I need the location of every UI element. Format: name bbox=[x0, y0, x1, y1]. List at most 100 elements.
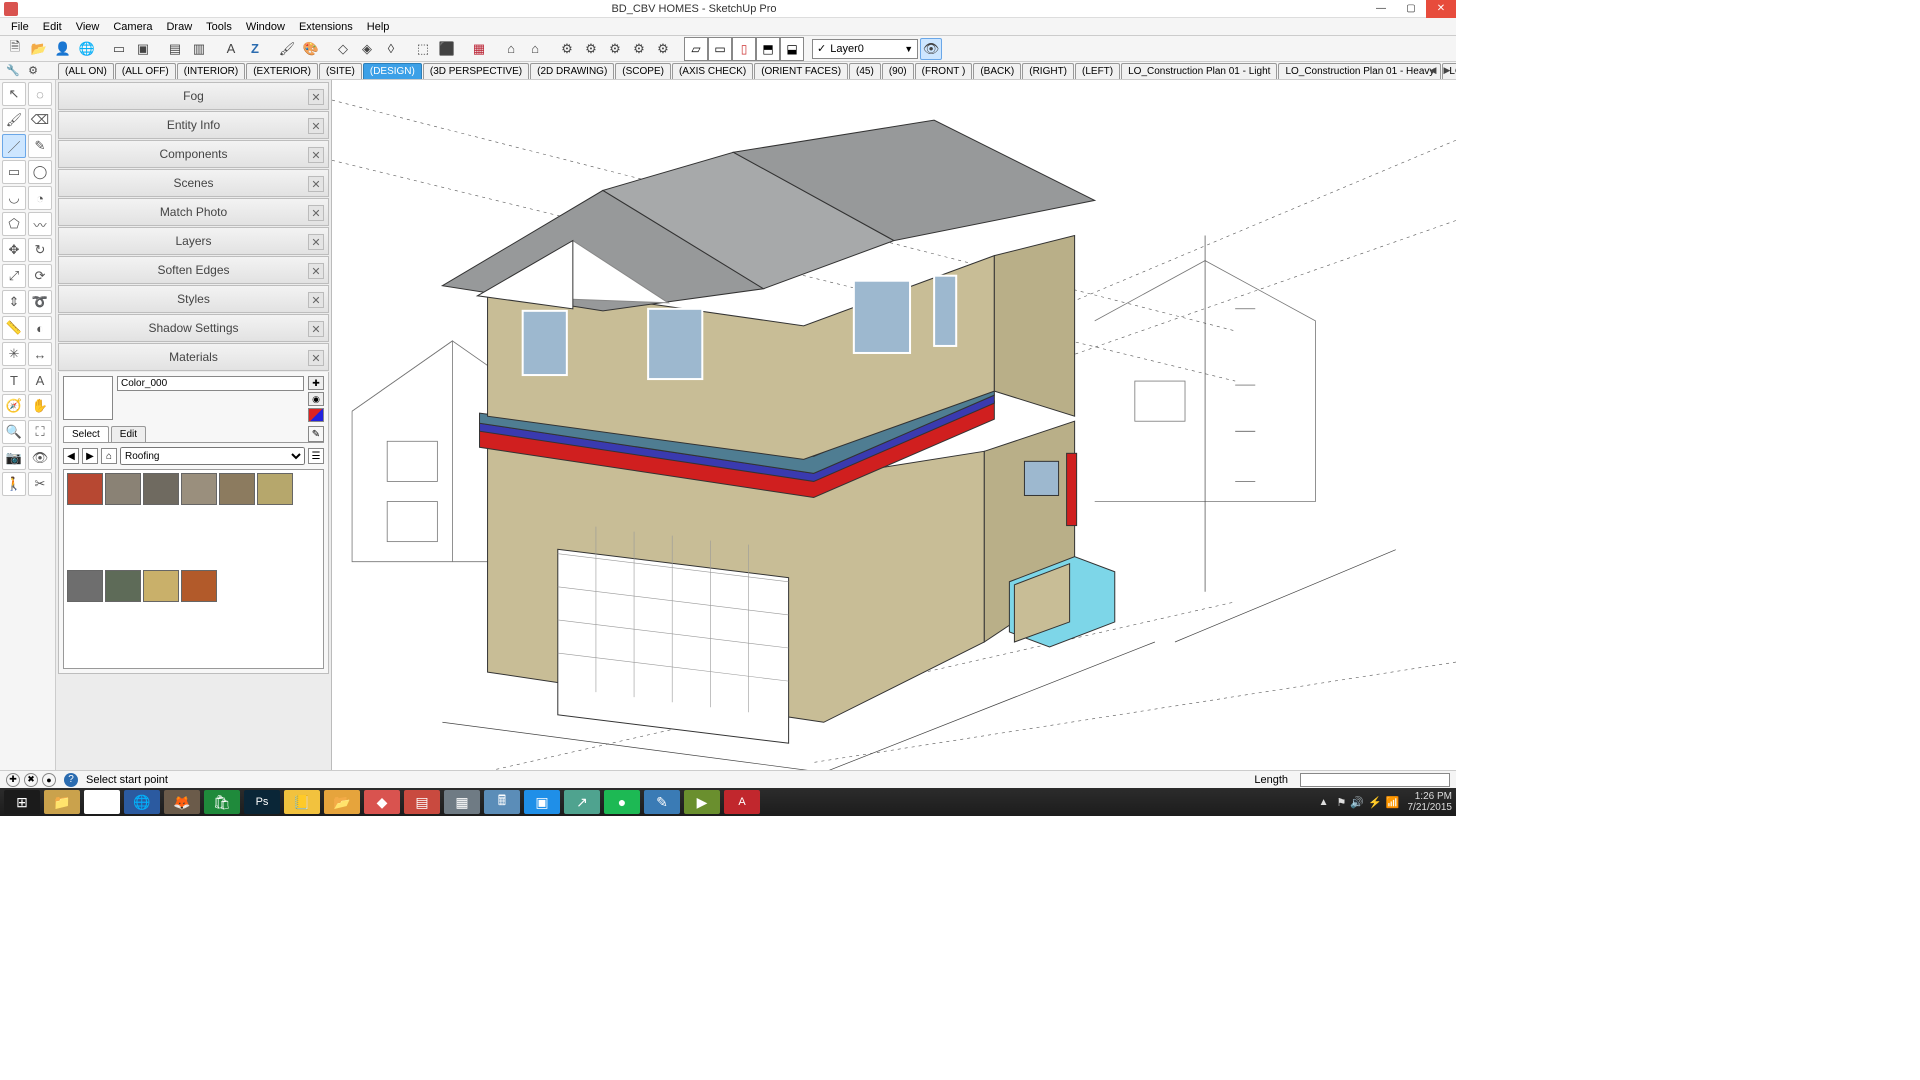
tool-text-icon[interactable]: T bbox=[2, 368, 26, 392]
taskbar-google-earth-icon[interactable]: 🌐 bbox=[124, 790, 160, 814]
material-back-icon[interactable]: ◀ bbox=[63, 448, 79, 464]
material-swatch-0[interactable] bbox=[67, 473, 103, 505]
material-menu-icon[interactable]: ☰ bbox=[308, 448, 324, 464]
tool-circle-icon[interactable]: ◯ bbox=[28, 160, 52, 184]
material-default-icon[interactable]: ◉ bbox=[308, 392, 324, 406]
globe-icon[interactable]: 🌐 bbox=[76, 38, 98, 60]
tray-header-soften-edges[interactable]: Soften Edges✕ bbox=[58, 256, 329, 284]
taskbar-layout-icon[interactable]: ▤ bbox=[404, 790, 440, 814]
material-swatch-4[interactable] bbox=[219, 473, 255, 505]
material-preview[interactable] bbox=[63, 376, 113, 420]
shape2-icon[interactable]: ◈ bbox=[356, 38, 378, 60]
layers2-icon[interactable]: ▥ bbox=[188, 38, 210, 60]
tool-protractor-icon[interactable]: ◐ bbox=[28, 316, 52, 340]
grid-icon[interactable]: ▦ bbox=[468, 38, 490, 60]
taskbar-sketchup-icon[interactable]: ◆ bbox=[364, 790, 400, 814]
palette-icon[interactable]: 🎨 bbox=[300, 38, 322, 60]
tool-select-icon[interactable]: ↖ bbox=[2, 82, 26, 106]
ext3-icon[interactable]: ⚙ bbox=[604, 38, 626, 60]
tool-axes-icon[interactable]: ✳ bbox=[2, 342, 26, 366]
menu-help[interactable]: Help bbox=[360, 21, 397, 33]
menu-draw[interactable]: Draw bbox=[159, 21, 199, 33]
material-color-icon[interactable] bbox=[308, 408, 324, 422]
menu-extensions[interactable]: Extensions bbox=[292, 21, 360, 33]
help-icon[interactable]: ? bbox=[64, 773, 78, 787]
geo-toggle-2[interactable]: ✖ bbox=[24, 773, 38, 787]
scene-tab-12[interactable]: (90) bbox=[882, 63, 914, 79]
scene-tab-16[interactable]: (LEFT) bbox=[1075, 63, 1120, 79]
tray-close-icon[interactable]: ✕ bbox=[308, 263, 324, 279]
tool-scale-icon[interactable]: ⤢ bbox=[2, 264, 26, 288]
tray-header-shadow-settings[interactable]: Shadow Settings✕ bbox=[58, 314, 329, 342]
tray-header-entity-info[interactable]: Entity Info✕ bbox=[58, 111, 329, 139]
layer-visibility-icon[interactable]: 👁 bbox=[920, 38, 942, 60]
tray-header-match-photo[interactable]: Match Photo✕ bbox=[58, 198, 329, 226]
scene-tab-2[interactable]: (INTERIOR) bbox=[177, 63, 245, 79]
tool-position-camera-icon[interactable]: 📷 bbox=[2, 446, 26, 470]
measurement-input[interactable] bbox=[1300, 773, 1450, 787]
taskbar-ms-store-icon[interactable]: 🛍 bbox=[204, 790, 240, 814]
material-swatch-9[interactable] bbox=[181, 570, 217, 602]
taskbar-folder2-icon[interactable]: 📂 bbox=[324, 790, 360, 814]
menu-camera[interactable]: Camera bbox=[106, 21, 159, 33]
tray-close-icon[interactable]: ✕ bbox=[308, 350, 324, 366]
tool-pushpull-icon[interactable]: ⇕ bbox=[2, 290, 26, 314]
view-right-icon[interactable]: ⬒ bbox=[756, 37, 780, 61]
scene-tab-18[interactable]: LO_Construction Plan 01 - Heavy bbox=[1278, 63, 1441, 79]
tool-paint-icon[interactable]: 🖌 bbox=[2, 108, 26, 132]
paint-icon[interactable]: 🖌 bbox=[276, 38, 298, 60]
taskbar-app-teal-icon[interactable]: ↗ bbox=[564, 790, 600, 814]
tool-orbit-icon[interactable]: 🧭 bbox=[2, 394, 26, 418]
scene-tab-4[interactable]: (SITE) bbox=[319, 63, 362, 79]
tool-polygon-icon[interactable]: ⬠ bbox=[2, 212, 26, 236]
tray-header-fog[interactable]: Fog✕ bbox=[58, 82, 329, 110]
menu-view[interactable]: View bbox=[69, 21, 107, 33]
tool-line-icon[interactable]: ／ bbox=[2, 134, 26, 158]
scene-tab-0[interactable]: (ALL ON) bbox=[58, 63, 114, 79]
scene-tab-5[interactable]: (DESIGN) bbox=[363, 63, 422, 79]
material-library-select[interactable]: Roofing bbox=[120, 447, 305, 465]
ext4-icon[interactable]: ⚙ bbox=[628, 38, 650, 60]
tool-followme-icon[interactable]: ➰ bbox=[28, 290, 52, 314]
taskbar-gimp-icon[interactable]: 🦊 bbox=[164, 790, 200, 814]
menu-window[interactable]: Window bbox=[239, 21, 292, 33]
scene-wrench-icon[interactable]: 🔧 bbox=[4, 63, 22, 78]
maximize-button[interactable]: ▢ bbox=[1396, 0, 1426, 18]
materials-tab-edit[interactable]: Edit bbox=[111, 426, 146, 442]
tool-freehand-icon[interactable]: ✎ bbox=[28, 134, 52, 158]
scene-scroll-right-icon[interactable]: ▶ bbox=[1440, 63, 1454, 77]
scene-tab-10[interactable]: (ORIENT FACES) bbox=[754, 63, 848, 79]
taskbar-app-blue-icon[interactable]: ✎ bbox=[644, 790, 680, 814]
shape1-icon[interactable]: ◇ bbox=[332, 38, 354, 60]
cubes-icon[interactable]: ⬛ bbox=[436, 38, 458, 60]
scene-tab-9[interactable]: (AXIS CHECK) bbox=[672, 63, 753, 79]
eyedropper-icon[interactable]: ✎ bbox=[308, 426, 324, 442]
tray-header-layers[interactable]: Layers✕ bbox=[58, 227, 329, 255]
taskbar-file-explorer-icon[interactable]: 📁 bbox=[44, 790, 80, 814]
ext5-icon[interactable]: ⚙ bbox=[652, 38, 674, 60]
taskbar-calculator-icon[interactable]: 🖩 bbox=[484, 790, 520, 814]
component-icon[interactable]: ▣ bbox=[132, 38, 154, 60]
material-name-input[interactable] bbox=[117, 376, 304, 391]
taskbar-camtasia-icon[interactable]: ▶ bbox=[684, 790, 720, 814]
tool-zoom-extents-icon[interactable]: ⛶ bbox=[28, 420, 52, 444]
text-z-icon[interactable]: Z bbox=[244, 38, 266, 60]
tool-eraser-icon[interactable]: ⌫ bbox=[28, 108, 52, 132]
material-home-icon[interactable]: ⌂ bbox=[101, 448, 117, 464]
scene-tab-8[interactable]: (SCOPE) bbox=[615, 63, 671, 79]
material-fwd-icon[interactable]: ▶ bbox=[82, 448, 98, 464]
scene-tab-3[interactable]: (EXTERIOR) bbox=[246, 63, 318, 79]
tool-zoom-icon[interactable]: 🔍 bbox=[2, 420, 26, 444]
tray-close-icon[interactable]: ✕ bbox=[308, 292, 324, 308]
ext2-icon[interactable]: ⚙ bbox=[580, 38, 602, 60]
tool-pan-icon[interactable]: ✋ bbox=[28, 394, 52, 418]
view-back-icon[interactable]: ⬓ bbox=[780, 37, 804, 61]
new-icon[interactable]: 🗎 bbox=[4, 38, 26, 60]
taskbar-dropbox-icon[interactable]: ▣ bbox=[524, 790, 560, 814]
tool-tape-icon[interactable]: 📏 bbox=[2, 316, 26, 340]
tray-header-styles[interactable]: Styles✕ bbox=[58, 285, 329, 313]
tray-close-icon[interactable]: ✕ bbox=[308, 147, 324, 163]
view-top-icon[interactable]: ▭ bbox=[708, 37, 732, 61]
tray-up-icon[interactable]: ▲ bbox=[1319, 797, 1329, 808]
material-swatch-1[interactable] bbox=[105, 473, 141, 505]
